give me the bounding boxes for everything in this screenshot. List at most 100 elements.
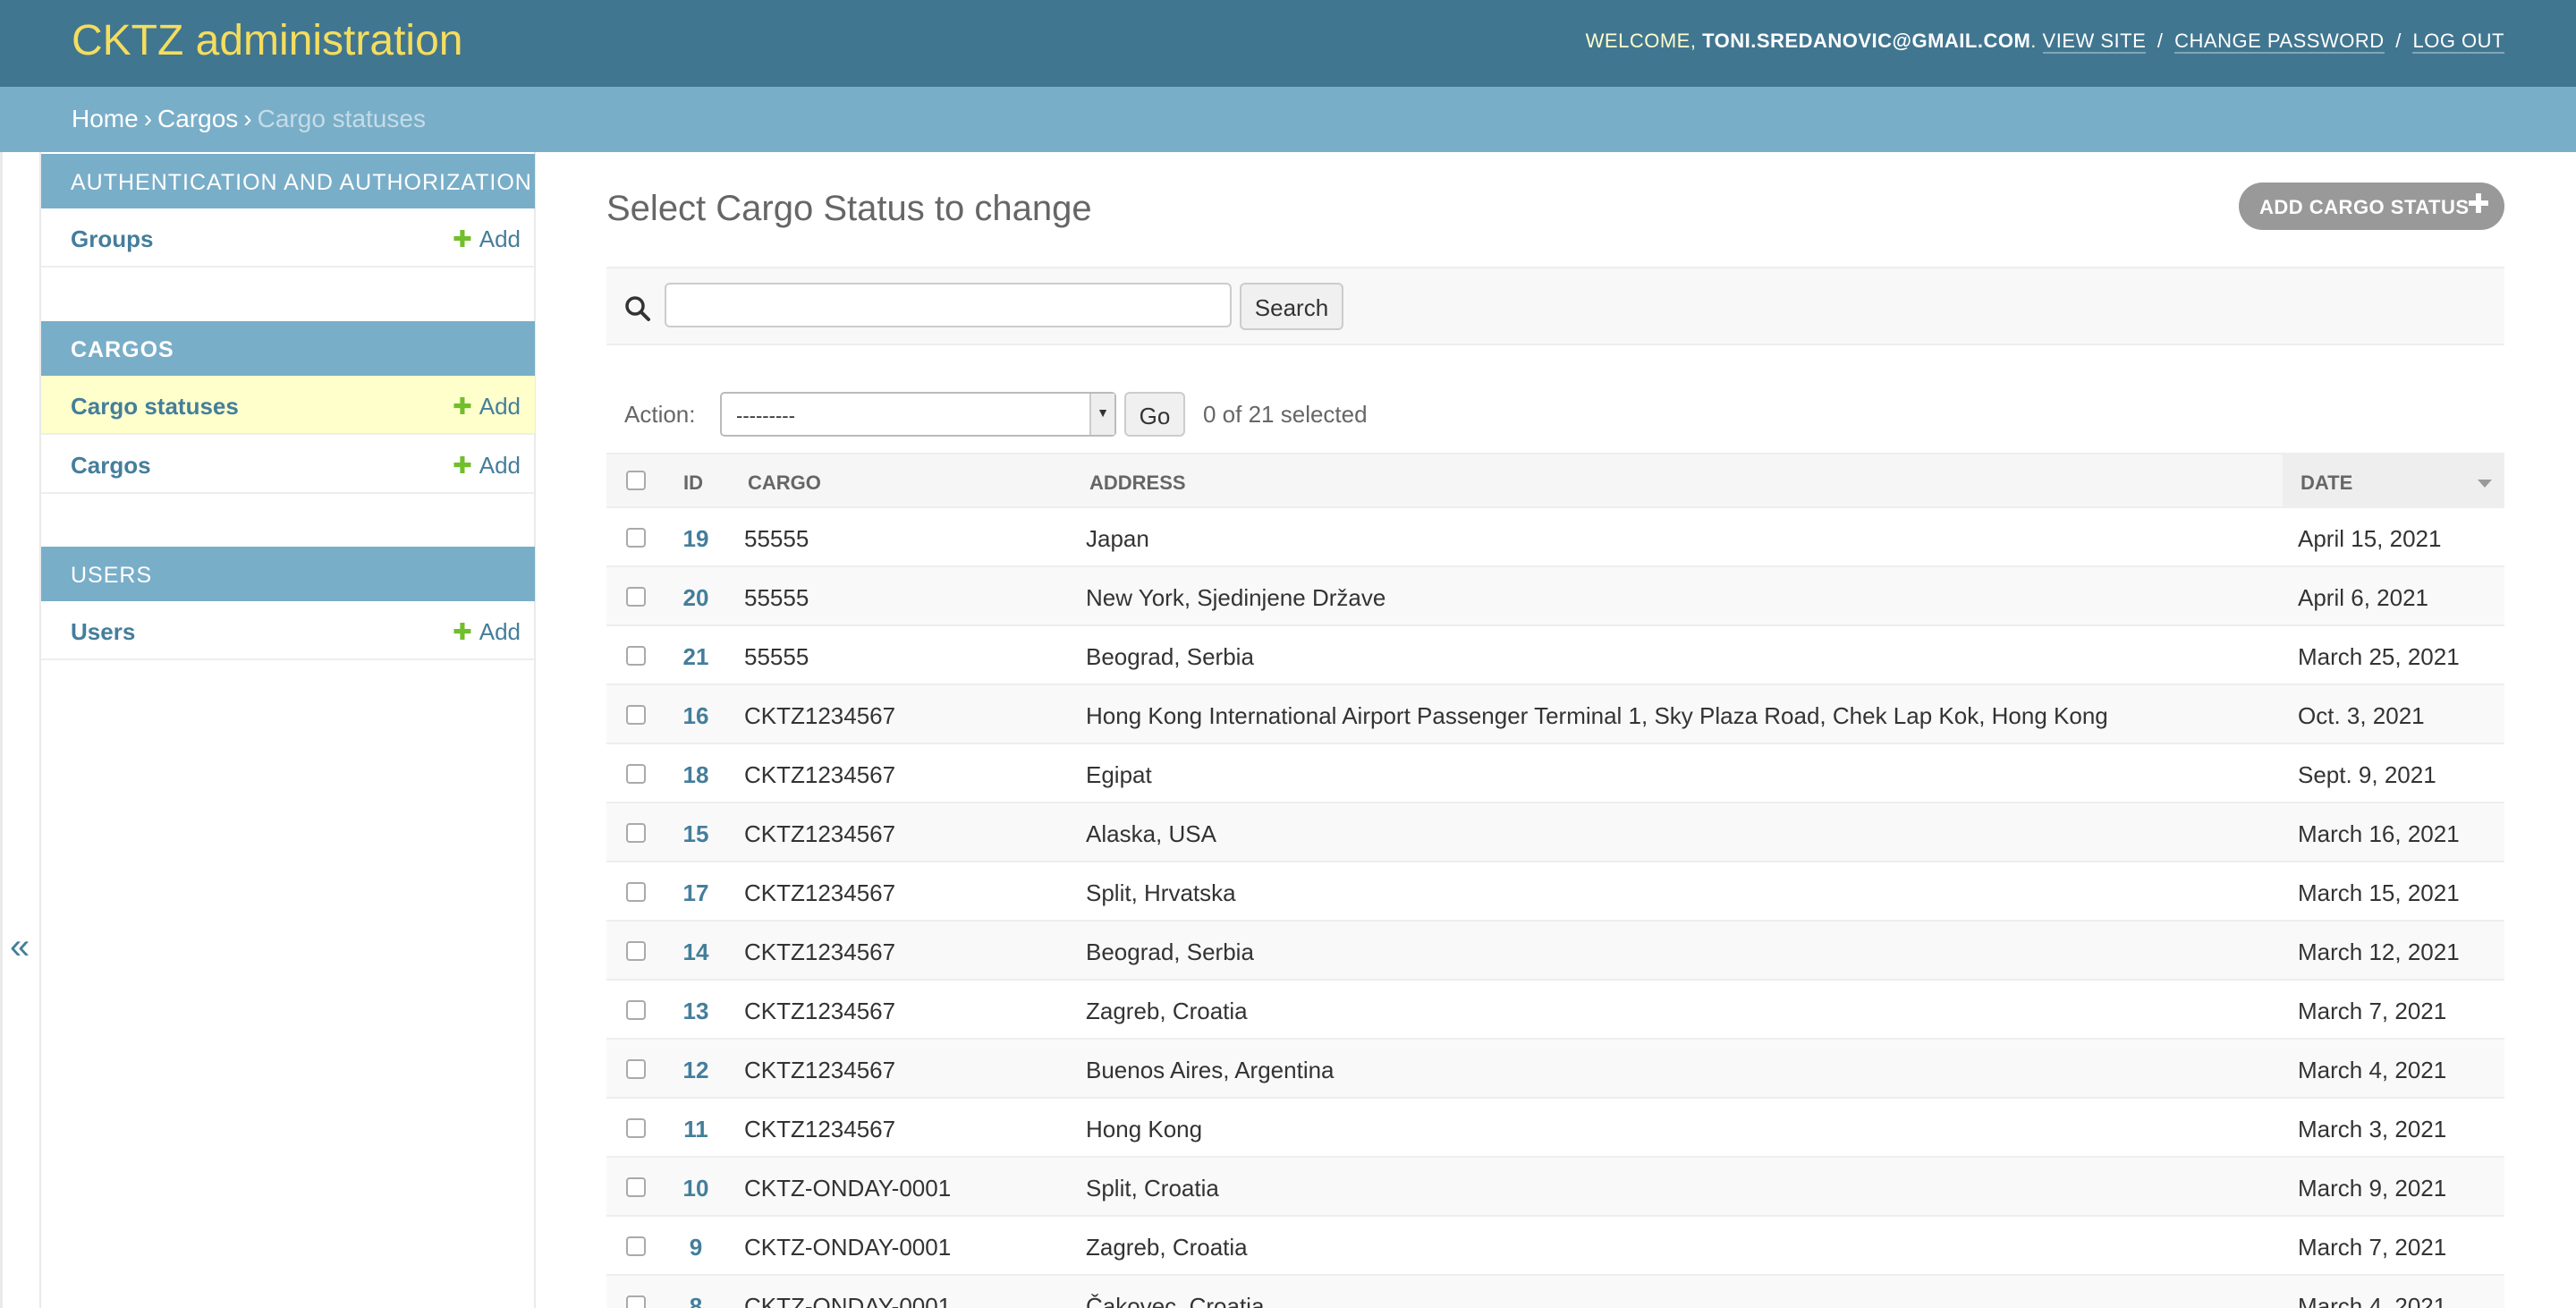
cell-address: Beograd, Serbia [1086,939,1254,965]
sidebar-item-label[interactable]: Cargos [71,452,151,479]
row-checkbox[interactable] [626,882,646,902]
row-checkbox[interactable] [626,528,646,548]
row-checkbox[interactable] [626,1118,646,1138]
row-checkbox[interactable] [626,1177,646,1197]
row-checkbox[interactable] [626,646,646,666]
cell-date: March 9, 2021 [2298,1175,2447,1202]
welcome-text: WELCOME, [1585,30,1697,52]
cell-cargo: CKTZ1234567 [744,998,896,1024]
page-title: Select Cargo Status to change [606,189,1092,228]
column-header-cargo[interactable]: CARGO [748,454,821,508]
row-checkbox[interactable] [626,587,646,607]
table-row: 9 CKTZ-ONDAY-0001 Zagreb, Croatia March 7, … [606,1217,2504,1276]
breadcrumb-home[interactable]: Home [72,105,139,132]
separator: / [2157,30,2164,52]
module-auth: AUTHENTICATION AND AUTHORIZATION Groups … [41,154,535,268]
username: TONI.SREDANOVIC@GMAIL.COM [1702,30,2031,52]
table-row: 20 55555 New York, Sjedinjene Države April … [606,567,2504,626]
add-cargo-status-button[interactable]: ADD CARGO STATUS ✚ [2239,183,2504,230]
row-checkbox[interactable] [626,823,646,843]
cell-date: March 3, 2021 [2298,1116,2447,1142]
cell-cargo: CKTZ1234567 [744,879,896,906]
sidebar-item-label[interactable]: Users [71,618,135,645]
row-id-link[interactable]: 19 [678,525,714,553]
row-id-link[interactable]: 11 [678,1116,714,1143]
table-row: 17 CKTZ1234567 Split, Hrvatska March 15, 20… [606,862,2504,922]
module-caption-auth[interactable]: AUTHENTICATION AND AUTHORIZATION [41,154,535,208]
row-checkbox[interactable] [626,1236,646,1256]
cell-date: March 7, 2021 [2298,998,2447,1024]
cell-address: Alaska, USA [1086,820,1216,847]
toggle-nav-sidebar[interactable]: « [0,152,41,1308]
breadcrumb-cargos[interactable]: Cargos [157,105,238,132]
add-user-link[interactable]: ✚ Add [453,618,521,646]
cell-address: Beograd, Serbia [1086,643,1254,670]
row-checkbox[interactable] [626,1000,646,1020]
cell-date: March 25, 2021 [2298,643,2460,670]
row-checkbox[interactable] [626,1059,646,1079]
view-site-link[interactable]: VIEW SITE [2042,30,2147,54]
search-button[interactable]: Search [1240,283,1343,330]
selected-count: 0 of 21 selected [1203,401,1368,428]
cell-date: Oct. 3, 2021 [2298,702,2425,729]
cell-cargo: CKTZ1234567 [744,820,896,847]
row-id-link[interactable]: 17 [678,879,714,907]
sort-descending-icon[interactable] [2478,480,2492,488]
row-id-link[interactable]: 8 [678,1293,714,1308]
row-id-link[interactable]: 18 [678,761,714,789]
cell-cargo: CKTZ1234567 [744,1057,896,1083]
go-button[interactable]: Go [1124,392,1185,437]
row-id-link[interactable]: 12 [678,1057,714,1084]
row-checkbox[interactable] [626,1295,646,1308]
sidebar-item-label[interactable]: Cargo statuses [71,393,239,420]
row-id-link[interactable]: 16 [678,702,714,730]
cell-cargo: CKTZ1234567 [744,939,896,965]
module-caption-users[interactable]: USERS [41,547,535,601]
sidebar-item-cargo-statuses: Cargo statuses ✚ Add [41,376,535,435]
add-groups-link[interactable]: ✚ Add [453,225,521,253]
module-caption-cargos[interactable]: CARGOS [41,321,535,376]
search-input[interactable] [665,283,1232,327]
row-id-link[interactable]: 20 [678,584,714,612]
sidebar-item-label[interactable]: Groups [71,225,153,252]
column-header-date[interactable]: DATE [2283,454,2504,508]
table-row: 11 CKTZ1234567 Hong Kong March 3, 2021 [606,1099,2504,1158]
row-id-link[interactable]: 13 [678,998,714,1025]
select-all-checkbox[interactable] [626,471,646,490]
change-password-link[interactable]: CHANGE PASSWORD [2174,30,2385,54]
table-body: 19 55555 Japan April 15, 2021 20 55555 New Yor… [606,508,2504,1308]
row-checkbox[interactable] [626,705,646,725]
row-id-link[interactable]: 15 [678,820,714,848]
add-cargo-status-link[interactable]: ✚ Add [453,393,521,420]
cell-address: Zagreb, Croatia [1086,998,1248,1024]
row-checkbox[interactable] [626,764,646,784]
table-row: 21 55555 Beograd, Serbia March 25, 2021 [606,626,2504,685]
row-id-link[interactable]: 9 [678,1234,714,1261]
collapse-icon[interactable]: « [10,929,30,964]
action-select[interactable]: --------- ▼ [720,392,1116,437]
cell-address: Buenos Aires, Argentina [1086,1057,1335,1083]
row-id-link[interactable]: 21 [678,643,714,671]
cell-cargo: 55555 [744,525,809,552]
row-checkbox[interactable] [626,941,646,961]
log-out-link[interactable]: LOG OUT [2412,30,2504,54]
cell-address: Čakovec, Croatia [1086,1293,1265,1308]
cell-date: April 15, 2021 [2298,525,2442,552]
breadcrumb: Home › Cargos › Cargo statuses [0,87,2576,152]
sidebar-item-groups: Groups ✚ Add [41,208,535,268]
site-name[interactable]: CKTZ administration [72,16,462,65]
cell-date: March 12, 2021 [2298,939,2460,965]
search-toolbar: Search [606,267,2504,345]
chevron-down-icon: ▼ [1089,394,1114,435]
add-cargo-link[interactable]: ✚ Add [453,452,521,480]
cell-address: Zagreb, Croatia [1086,1234,1248,1261]
content: Select Cargo Status to change ADD CARGO … [606,152,2504,1308]
cell-cargo: CKTZ1234567 [744,702,896,729]
column-header-id[interactable]: ID [683,454,703,508]
separator: / [2395,30,2402,52]
table-row: 14 CKTZ1234567 Beograd, Serbia March 12, 20… [606,922,2504,981]
row-id-link[interactable]: 10 [678,1175,714,1202]
row-id-link[interactable]: 14 [678,939,714,966]
column-header-address[interactable]: ADDRESS [1089,454,1186,508]
cell-address: Egipat [1086,761,1152,788]
